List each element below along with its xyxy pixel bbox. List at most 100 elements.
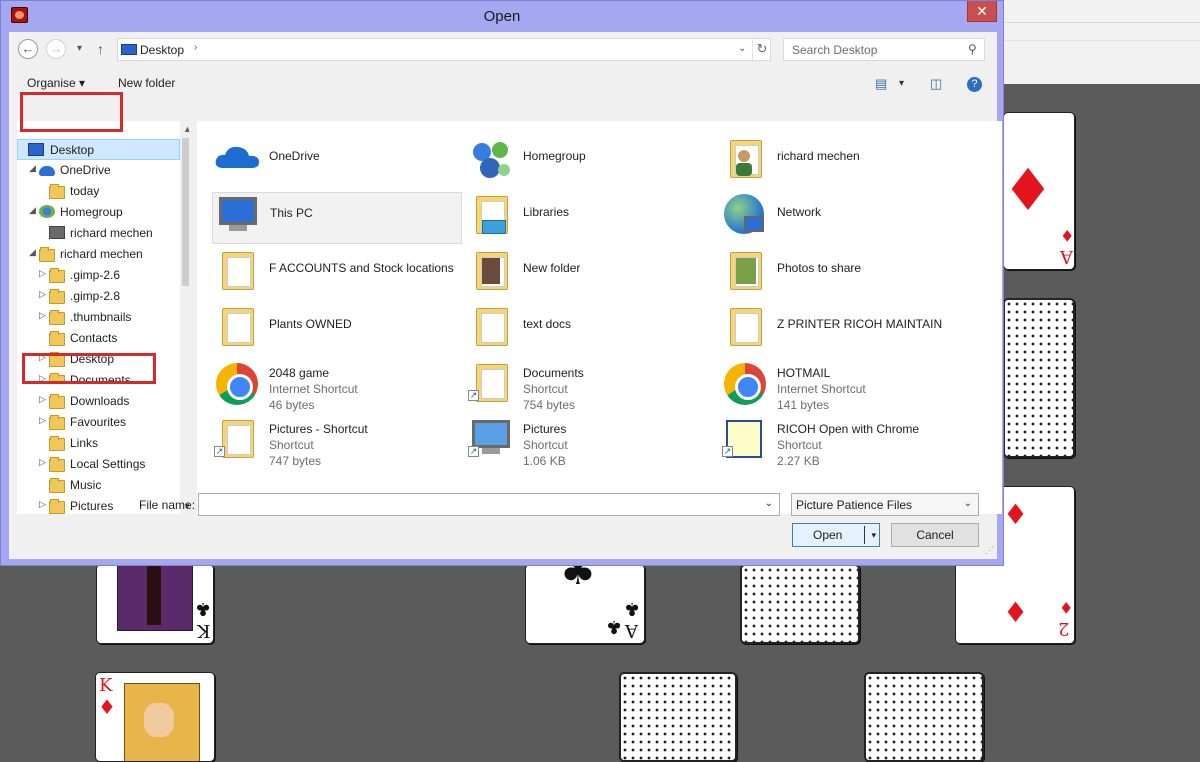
- expand-icon[interactable]: ▷: [39, 499, 46, 510]
- card-face-down[interactable]: [740, 564, 860, 644]
- nav-item-links[interactable]: Links: [17, 433, 180, 454]
- nav-item-thumbnails[interactable]: ▷ .thumbnails: [17, 307, 180, 328]
- nav-item-label: richard mechen: [60, 247, 143, 261]
- preview-pane-icon[interactable]: ◫: [930, 76, 942, 92]
- file-item-photos-to-share[interactable]: Photos to share: [720, 248, 970, 300]
- card-king-clubs[interactable]: ♣ K: [96, 564, 214, 644]
- new-folder-button[interactable]: New folder: [118, 76, 175, 90]
- file-name-label: File name:: [139, 498, 196, 512]
- expand-icon[interactable]: ◢: [29, 163, 36, 174]
- file-item-z-printer[interactable]: Z PRINTER RICOH MAINTAIN: [720, 304, 970, 356]
- open-button[interactable]: Open ▾: [792, 523, 880, 547]
- nav-item-user-folder[interactable]: ◢ richard mechen: [17, 244, 180, 265]
- folder-shortcut-icon: [476, 364, 508, 402]
- forward-button[interactable]: →: [46, 39, 66, 59]
- file-item-network[interactable]: Network: [720, 192, 970, 244]
- organise-menu[interactable]: Organise ▾: [27, 76, 85, 90]
- expand-icon[interactable]: ▷: [39, 457, 46, 468]
- file-type: Internet Shortcut: [777, 382, 866, 396]
- nav-item-richard-mechen[interactable]: richard mechen: [17, 223, 180, 244]
- address-bar[interactable]: Desktop › ⌄ ↻: [117, 38, 771, 61]
- file-item-plants-owned[interactable]: Plants OWNED: [212, 304, 462, 356]
- nav-item-homegroup[interactable]: ◢ Homegroup: [17, 202, 180, 223]
- expand-icon[interactable]: ▷: [39, 268, 46, 279]
- nav-item-label: Favourites: [70, 415, 127, 429]
- nav-item-favourites[interactable]: ▷ Favourites: [17, 412, 180, 433]
- file-type-select[interactable]: Picture Patience Files ⌄: [791, 493, 979, 516]
- card-suit: ♣: [560, 564, 596, 594]
- file-item-hotmail[interactable]: HOTMAIL Internet Shortcut 141 bytes: [720, 360, 970, 412]
- search-box[interactable]: Search Desktop ⚲: [783, 38, 985, 61]
- file-name: Documents: [523, 366, 584, 380]
- chevron-down-icon[interactable]: ⌄: [964, 498, 972, 509]
- nav-item-label: .gimp-2.8: [70, 289, 121, 303]
- file-item-onedrive[interactable]: OneDrive: [212, 136, 462, 188]
- file-item-ricoh[interactable]: ↗ RICOH Open with Chrome Shortcut 2.27 K…: [720, 416, 970, 468]
- expand-icon[interactable]: ◢: [29, 205, 36, 216]
- file-name-input[interactable]: ⌄: [198, 493, 780, 516]
- chrome-icon: [216, 363, 258, 405]
- file-item-2048-game[interactable]: 2048 game Internet Shortcut 46 bytes: [212, 360, 462, 412]
- file-name: HOTMAIL: [777, 366, 831, 380]
- resize-grip-icon[interactable]: ⋰: [985, 545, 994, 556]
- card-face-down[interactable]: [1003, 298, 1075, 458]
- folder-icon: [49, 457, 65, 472]
- nav-item-gimp-26[interactable]: ▷ .gimp-2.6: [17, 265, 180, 286]
- file-item-richard-mechen[interactable]: richard mechen: [720, 136, 970, 188]
- up-arrow-icon[interactable]: ↑: [97, 41, 104, 57]
- nav-item-onedrive[interactable]: ◢ OneDrive: [17, 160, 180, 181]
- header-divider: [1000, 40, 1200, 41]
- user-icon: [49, 226, 65, 239]
- nav-item-local-settings[interactable]: ▷ Local Settings: [17, 454, 180, 475]
- file-item-new-folder[interactable]: New folder: [466, 248, 716, 300]
- file-size: 141 bytes: [777, 398, 830, 412]
- file-item-documents[interactable]: ↗ Documents Shortcut 754 bytes: [466, 360, 716, 412]
- expand-icon[interactable]: ▷: [39, 310, 46, 321]
- cancel-button[interactable]: Cancel: [891, 523, 979, 547]
- recent-locations-icon[interactable]: ▾: [77, 43, 82, 54]
- file-item-pictures-shortcut[interactable]: ↗ Pictures - Shortcut Shortcut 747 bytes: [212, 416, 462, 468]
- address-location[interactable]: Desktop: [140, 43, 184, 57]
- split-arrow-icon[interactable]: ▾: [871, 524, 876, 546]
- search-input[interactable]: Search Desktop: [792, 43, 877, 57]
- file-item-homegroup[interactable]: Homegroup: [466, 136, 716, 188]
- file-item-f-accounts[interactable]: F ACCOUNTS and Stock locations: [212, 248, 462, 300]
- folder-preview: [736, 258, 756, 284]
- back-button[interactable]: ←: [18, 39, 38, 59]
- nav-item-gimp-28[interactable]: ▷ .gimp-2.8: [17, 286, 180, 307]
- folder-shortcut-icon: [222, 420, 254, 458]
- refresh-icon[interactable]: ↻: [752, 39, 771, 60]
- help-icon[interactable]: ?: [967, 77, 982, 92]
- title-bar[interactable]: Open ✕: [1, 1, 1003, 31]
- card-ace-diamonds[interactable]: ♦ ♦ A: [1003, 112, 1075, 270]
- search-icon[interactable]: ⚲: [968, 42, 977, 56]
- contacts-icon: [49, 331, 65, 346]
- nav-item-contacts[interactable]: Contacts: [17, 328, 180, 349]
- nav-item-desktop[interactable]: Desktop: [17, 139, 180, 160]
- folder-icon: [222, 252, 254, 290]
- chevron-down-icon[interactable]: ⌄: [765, 498, 773, 509]
- file-item-text-docs[interactable]: text docs: [466, 304, 716, 356]
- file-item-libraries[interactable]: Libraries: [466, 192, 716, 244]
- chevron-right-icon[interactable]: ›: [194, 42, 197, 53]
- change-view-icon[interactable]: ▤: [875, 76, 887, 92]
- expand-icon[interactable]: ▷: [39, 415, 46, 426]
- nav-item-downloads[interactable]: ▷ Downloads: [17, 391, 180, 412]
- close-button[interactable]: ✕: [967, 1, 997, 22]
- file-size: 1.06 KB: [523, 454, 566, 468]
- expand-icon[interactable]: ▷: [39, 289, 46, 300]
- nav-item-today[interactable]: today: [17, 181, 180, 202]
- chevron-down-icon[interactable]: ⌄: [738, 43, 746, 54]
- pane-splitter[interactable]: [189, 121, 197, 514]
- view-dropdown-icon[interactable]: ▾: [899, 78, 904, 89]
- file-item-pictures[interactable]: ↗ Pictures Shortcut 1.06 KB: [466, 416, 716, 468]
- nav-item-music[interactable]: Music: [17, 475, 180, 496]
- file-type: Internet Shortcut: [269, 382, 358, 396]
- file-size: 747 bytes: [269, 454, 322, 468]
- card-ace-clubs[interactable]: ♣ ♣ ♣ A: [525, 564, 645, 644]
- downloads-icon: [49, 394, 65, 409]
- file-item-this-pc[interactable]: This PC: [212, 192, 462, 244]
- expand-icon[interactable]: ▷: [39, 394, 46, 405]
- expand-icon[interactable]: ◢: [29, 247, 36, 258]
- open-dialog: Open ✕ ← → ▾ ↑ Desktop › ⌄ ↻ Search Desk…: [0, 0, 1004, 566]
